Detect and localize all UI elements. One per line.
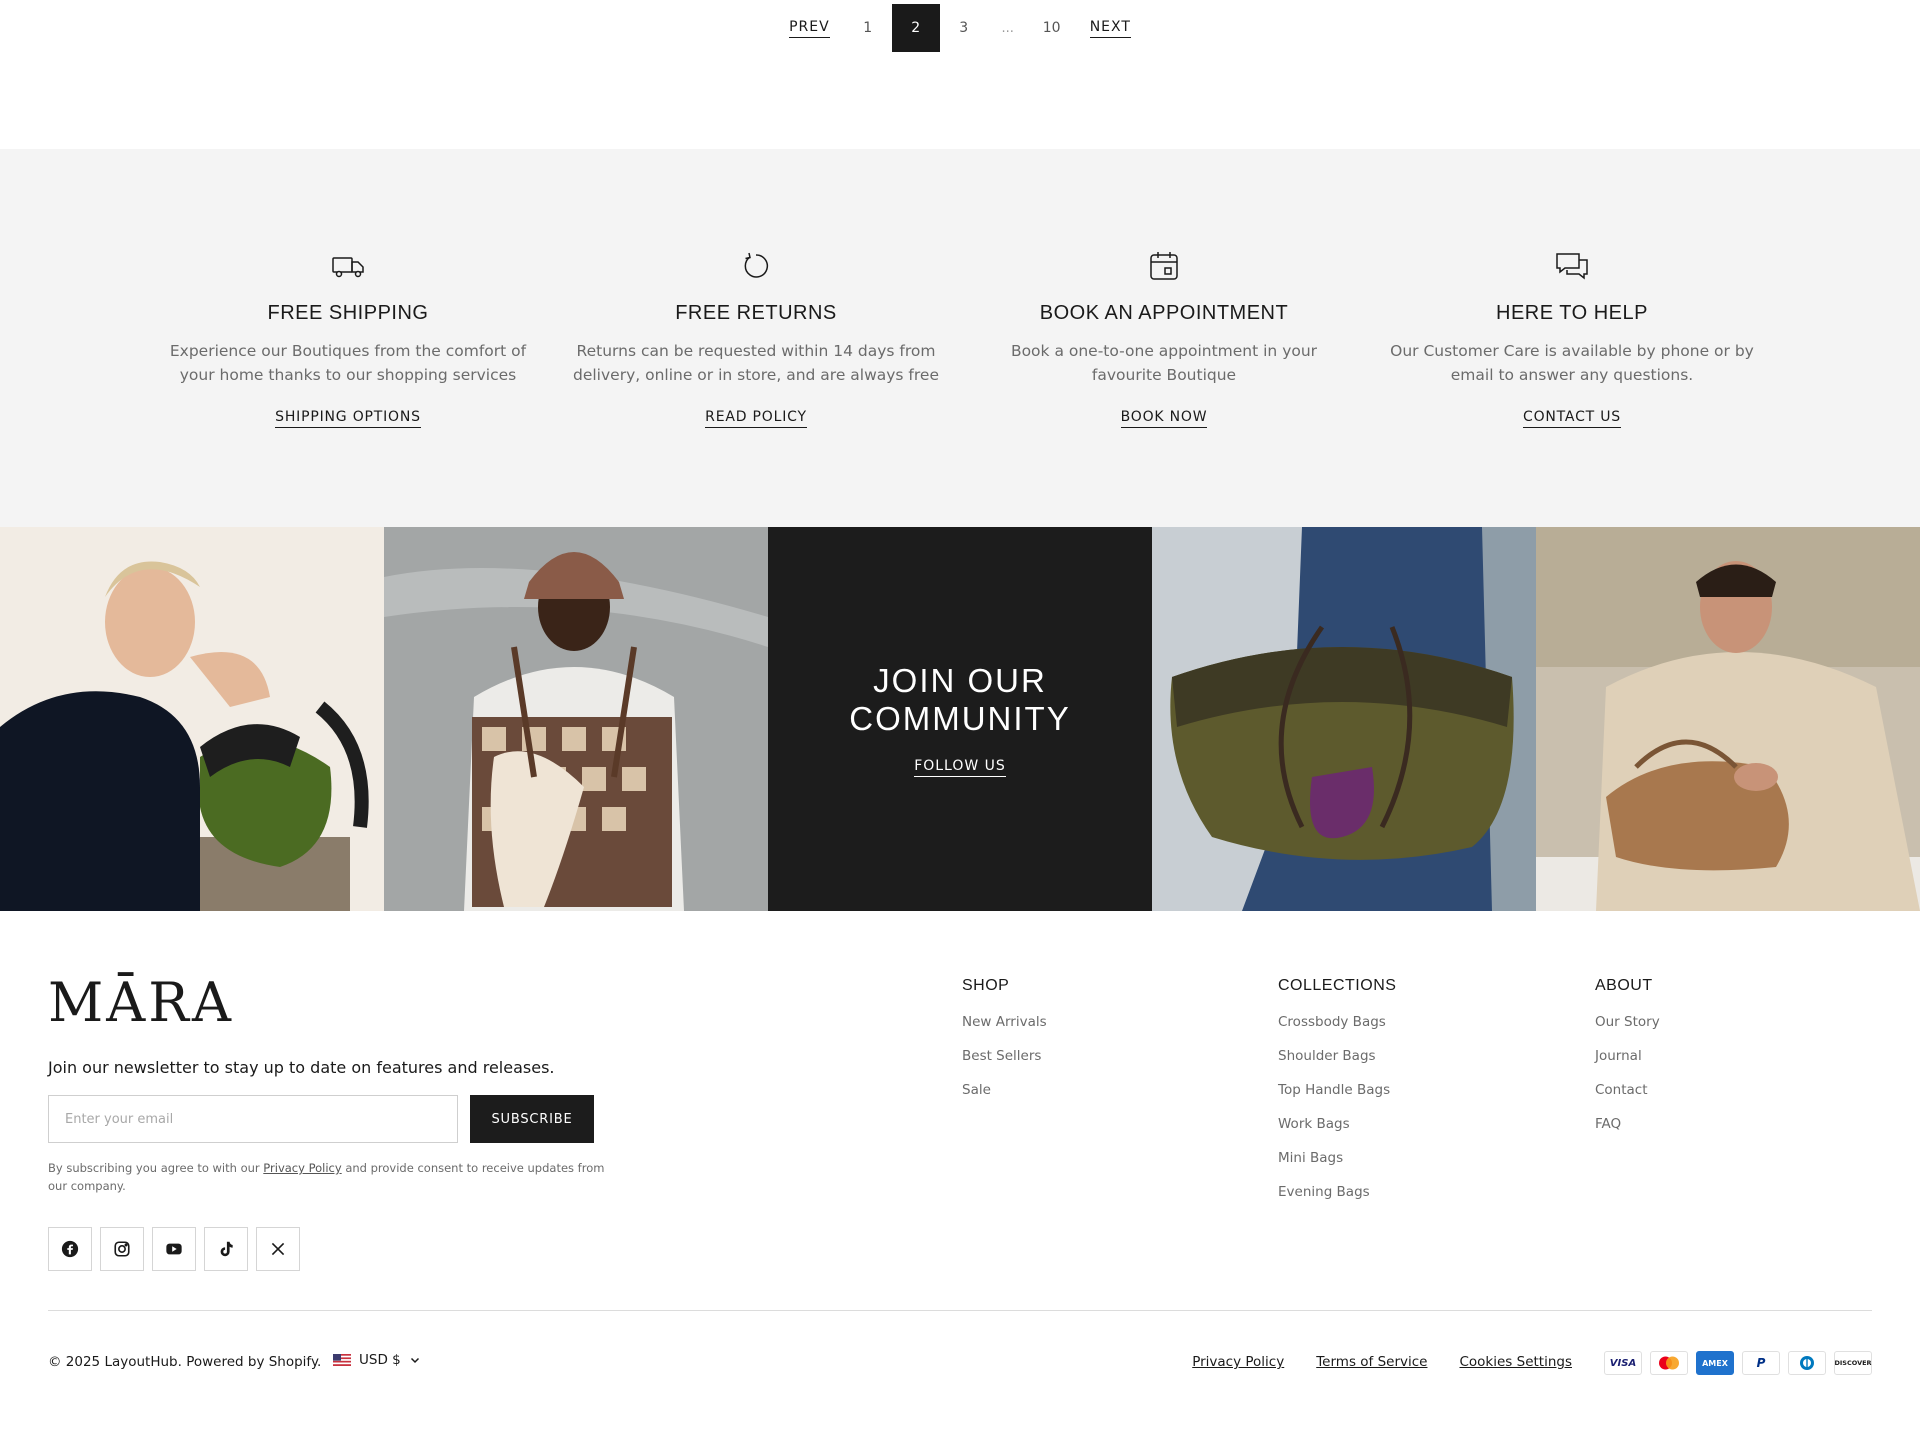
footer-link-top-handle-bags[interactable]: Top Handle Bags xyxy=(1278,1082,1396,1098)
footer-column-shop: SHOP New Arrivals Best Sellers Sale xyxy=(962,977,1047,1116)
page-1-link[interactable]: 1 xyxy=(844,4,892,52)
calendar-icon xyxy=(1150,252,1178,280)
footer-link-journal[interactable]: Journal xyxy=(1595,1048,1660,1064)
gallery-image-woman-with-tote[interactable] xyxy=(384,527,768,911)
footer-link-our-story[interactable]: Our Story xyxy=(1595,1014,1660,1030)
privacy-policy-inline-link[interactable]: Privacy Policy xyxy=(263,1161,341,1175)
footer-column-title: COLLECTIONS xyxy=(1278,977,1397,994)
footer-link-shoulder-bags[interactable]: Shoulder Bags xyxy=(1278,1048,1396,1064)
newsletter-text: Join our newsletter to stay up to date o… xyxy=(48,1058,555,1077)
youtube-icon xyxy=(166,1243,182,1255)
service-book-appointment: BOOK AN APPOINTMENT Book a one-to-one ap… xyxy=(974,246,1354,428)
footer-link-best-sellers[interactable]: Best Sellers xyxy=(962,1048,1047,1064)
footer-link-work-bags[interactable]: Work Bags xyxy=(1278,1116,1396,1132)
read-policy-link[interactable]: READ POLICY xyxy=(705,409,807,428)
next-page-link[interactable]: NEXT xyxy=(1089,19,1131,38)
community-gallery: JOIN OUR COMMUNITY FOLLOW US xyxy=(0,527,1920,911)
social-links xyxy=(48,1227,300,1271)
footer-link-evening-bags[interactable]: Evening Bags xyxy=(1278,1184,1396,1200)
footer-link-faq[interactable]: FAQ xyxy=(1595,1116,1660,1132)
service-title: FREE RETURNS xyxy=(675,302,837,324)
x-icon xyxy=(271,1242,285,1256)
consent-before: By subscribing you agree to with our xyxy=(48,1161,264,1175)
footer-column-title: SHOP xyxy=(962,977,1010,994)
service-free-shipping: FREE SHIPPING Experience our Boutiques f… xyxy=(158,246,538,428)
discover-icon: DISCOVER xyxy=(1834,1351,1872,1375)
gallery-image-craftsman-bag[interactable] xyxy=(1536,527,1920,911)
site-footer: MĀRA Join our newsletter to stay up to d… xyxy=(0,911,1920,1440)
instagram-button[interactable] xyxy=(100,1227,144,1271)
service-title: HERE TO HELP xyxy=(1496,302,1648,324)
footer-link-new-arrivals[interactable]: New Arrivals xyxy=(962,1014,1047,1030)
gallery-image-runway-bag[interactable] xyxy=(1152,527,1536,911)
services-section: FREE SHIPPING Experience our Boutiques f… xyxy=(0,149,1920,527)
footer-column-title: ABOUT xyxy=(1595,977,1653,994)
service-text: Book a one-to-one appointment in your fa… xyxy=(1010,342,1318,384)
us-flag-icon xyxy=(333,1354,351,1366)
service-title: FREE SHIPPING xyxy=(267,302,429,324)
chevron-down-icon xyxy=(410,1357,419,1364)
contact-us-link[interactable]: CONTACT US xyxy=(1523,409,1621,428)
privacy-policy-link[interactable]: Privacy Policy xyxy=(1192,1354,1284,1370)
terms-of-service-link[interactable]: Terms of Service xyxy=(1316,1354,1427,1370)
footer-divider xyxy=(48,1310,1872,1311)
visa-icon: VISA xyxy=(1604,1351,1642,1375)
page-3-link[interactable]: 3 xyxy=(940,4,988,52)
service-text: Returns can be requested within 14 days … xyxy=(573,342,939,384)
cookies-settings-link[interactable]: Cookies Settings xyxy=(1459,1354,1572,1370)
prev-page-link[interactable]: PREV xyxy=(789,19,830,38)
diners-icon xyxy=(1788,1351,1826,1375)
footer-column-about: ABOUT Our Story Journal Contact FAQ xyxy=(1595,977,1660,1150)
paypal-icon: P xyxy=(1742,1351,1780,1375)
amex-icon: AMEX xyxy=(1696,1351,1734,1375)
shipping-options-link[interactable]: SHIPPING OPTIONS xyxy=(275,409,421,428)
footer-link-mini-bags[interactable]: Mini Bags xyxy=(1278,1150,1396,1166)
legal-links: Privacy Policy Terms of Service Cookies … xyxy=(1192,1354,1572,1370)
youtube-button[interactable] xyxy=(152,1227,196,1271)
join-community-title: JOIN OUR COMMUNITY xyxy=(849,661,1071,737)
service-free-returns: FREE RETURNS Returns can be requested wi… xyxy=(566,246,946,428)
x-button[interactable] xyxy=(256,1227,300,1271)
mastercard-icon xyxy=(1650,1351,1688,1375)
consent-text: By subscribing you agree to with our Pri… xyxy=(48,1159,608,1195)
facebook-icon xyxy=(61,1240,79,1258)
page-10-link[interactable]: 10 xyxy=(1028,4,1076,52)
truck-icon xyxy=(332,257,364,278)
page-2-current[interactable]: 2 xyxy=(891,4,940,52)
currency-selector[interactable]: USD $ xyxy=(333,1352,421,1368)
currency-label: USD $ xyxy=(359,1352,401,1368)
tiktok-icon xyxy=(220,1241,233,1257)
facebook-button[interactable] xyxy=(48,1227,92,1271)
service-text: Experience our Boutiques from the comfor… xyxy=(169,342,527,384)
tiktok-button[interactable] xyxy=(204,1227,248,1271)
chat-bubbles-icon xyxy=(1556,253,1588,280)
instagram-icon xyxy=(114,1241,130,1257)
join-community-tile: JOIN OUR COMMUNITY FOLLOW US xyxy=(768,527,1152,911)
email-field[interactable] xyxy=(48,1095,458,1143)
footer-link-sale[interactable]: Sale xyxy=(962,1082,1047,1098)
pagination-ellipsis: ... xyxy=(1001,20,1014,36)
subscribe-button[interactable]: SUBSCRIBE xyxy=(470,1095,594,1143)
payment-methods: VISA AMEX P DISCOVER xyxy=(1604,1351,1872,1375)
book-now-link[interactable]: BOOK NOW xyxy=(1120,409,1208,428)
footer-link-crossbody-bags[interactable]: Crossbody Bags xyxy=(1278,1014,1396,1030)
gallery-image-man-with-green-bag[interactable] xyxy=(0,527,384,911)
pagination: PREV 1 2 3 ... 10 NEXT xyxy=(0,4,1920,52)
footer-column-collections: COLLECTIONS Crossbody Bags Shoulder Bags… xyxy=(1278,977,1396,1218)
follow-us-link[interactable]: FOLLOW US xyxy=(914,758,1006,777)
service-here-to-help: HERE TO HELP Our Customer Care is availa… xyxy=(1382,246,1762,428)
copyright-text: © 2025 LayoutHub. Powered by Shopify. xyxy=(48,1354,322,1370)
return-arrow-icon xyxy=(744,252,769,278)
footer-link-contact[interactable]: Contact xyxy=(1595,1082,1660,1098)
service-text: Our Customer Care is available by phone … xyxy=(1390,342,1754,384)
brand-logo[interactable]: MĀRA xyxy=(48,971,234,1034)
service-title: BOOK AN APPOINTMENT xyxy=(1039,302,1289,324)
